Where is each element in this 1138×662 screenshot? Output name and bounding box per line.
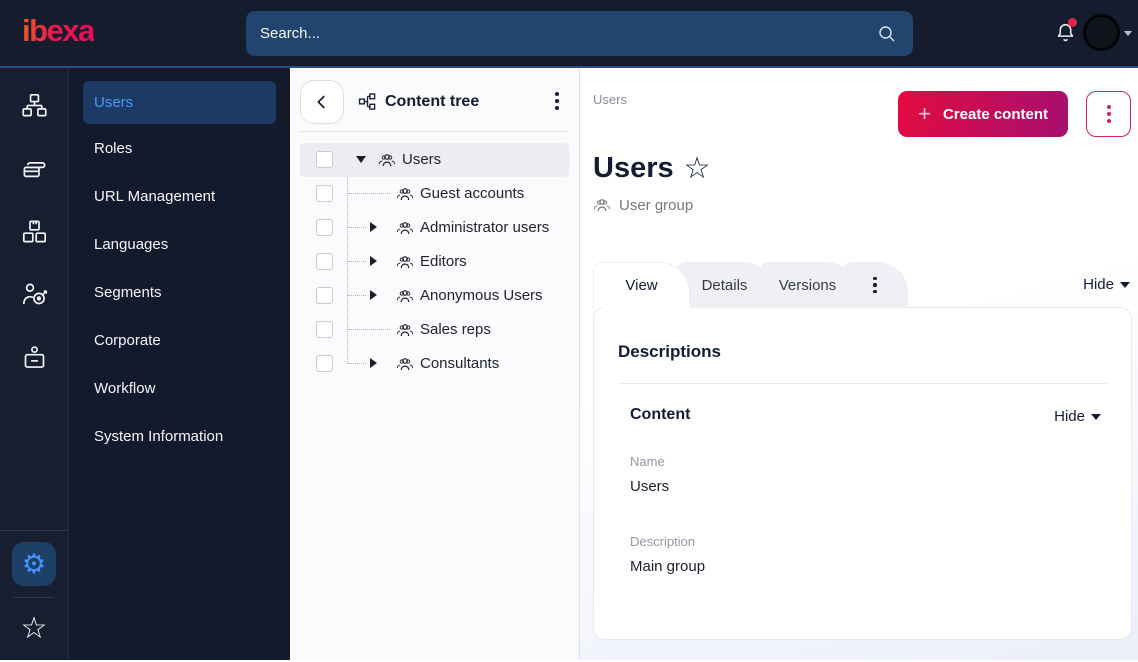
- caret-right-icon[interactable]: [370, 256, 377, 266]
- personalization-icon[interactable]: [0, 263, 69, 326]
- user-avatar[interactable]: [1083, 14, 1120, 51]
- tree-row-editors[interactable]: Editors: [300, 245, 569, 279]
- field-label-name: Name: [630, 454, 665, 469]
- caret-right-icon[interactable]: [370, 290, 377, 300]
- checkbox[interactable]: [316, 321, 333, 338]
- hide-section-toggle[interactable]: Hide: [1054, 408, 1101, 425]
- sidebar-item-roles[interactable]: Roles: [69, 124, 290, 172]
- tree-row-guest-accounts[interactable]: Guest accounts: [300, 177, 569, 211]
- user-group-icon: [396, 185, 414, 203]
- caret-right-icon[interactable]: [370, 358, 377, 368]
- content-tree-title: Content tree: [358, 92, 479, 111]
- rail-divider-short: [14, 597, 54, 598]
- user-group-icon: [378, 151, 396, 169]
- tree-row-consultants[interactable]: Consultants: [300, 347, 569, 381]
- sidebar-item-languages[interactable]: Languages: [69, 220, 290, 268]
- bookmarks-star-icon[interactable]: ☆: [21, 614, 48, 644]
- kebab-icon: [873, 276, 877, 294]
- card-heading: Descriptions: [618, 342, 721, 361]
- global-search[interactable]: [246, 11, 913, 56]
- field-value-name: Users: [630, 478, 670, 495]
- pages-icon[interactable]: [0, 137, 69, 200]
- checkbox[interactable]: [316, 219, 333, 236]
- collapse-tree-button[interactable]: [300, 80, 344, 124]
- content-tree-icon: [358, 93, 376, 110]
- descriptions-card: Descriptions Content Hide Name Users Des…: [593, 307, 1132, 640]
- checkbox[interactable]: [316, 287, 333, 304]
- caret-down-icon: [1120, 281, 1130, 288]
- user-group-icon: [396, 287, 414, 305]
- page-title: Users: [593, 152, 674, 184]
- notification-dot: [1068, 18, 1077, 27]
- tab-view[interactable]: View: [593, 262, 690, 308]
- tree-row-users[interactable]: Users: [300, 143, 569, 177]
- modules-icon[interactable]: [0, 200, 69, 263]
- tree-options-kebab-icon[interactable]: [555, 92, 559, 110]
- main-content: Users + Create content Users ☆ User grou…: [580, 68, 1138, 660]
- sidebar-item-url-management[interactable]: URL Management: [69, 172, 290, 220]
- page-options-kebab-button[interactable]: [1086, 91, 1131, 137]
- checkbox[interactable]: [316, 151, 333, 168]
- favorite-star-icon[interactable]: ☆: [684, 153, 711, 184]
- content-tree-list: Users Guest accounts Administrator users…: [300, 143, 569, 381]
- user-menu-caret-icon[interactable]: [1124, 31, 1132, 36]
- sidebar-item-segments[interactable]: Segments: [69, 268, 290, 316]
- icon-rail: ⚙ ☆: [0, 68, 69, 660]
- sidebar-item-corporate[interactable]: Corporate: [69, 316, 290, 364]
- checkbox[interactable]: [316, 355, 333, 372]
- hide-tabs-toggle[interactable]: Hide: [1083, 276, 1130, 293]
- tree-row-sales-reps[interactable]: Sales reps: [300, 313, 569, 347]
- user-group-icon: [396, 355, 414, 373]
- content-tree-panel: Content tree Users Guest accounts Admini…: [290, 68, 580, 660]
- settings-gear-icon[interactable]: ⚙: [12, 542, 56, 586]
- sidebar-item-system-information[interactable]: System Information: [69, 412, 290, 460]
- content-section-title: Content: [630, 406, 691, 423]
- tree-row-administrator-users[interactable]: Administrator users: [300, 211, 569, 245]
- create-content-button[interactable]: + Create content: [898, 91, 1068, 137]
- caret-down-icon: [1091, 413, 1101, 420]
- caret-right-icon[interactable]: [370, 222, 377, 232]
- field-label-description: Description: [630, 534, 696, 549]
- breadcrumb[interactable]: Users: [593, 92, 627, 107]
- rail-divider: [0, 530, 68, 531]
- tree-row-anonymous-users[interactable]: Anonymous Users: [300, 279, 569, 313]
- search-icon[interactable]: [877, 24, 897, 44]
- ibexa-logo[interactable]: ibexa: [22, 13, 95, 49]
- tab-details[interactable]: Details: [676, 262, 773, 308]
- search-input[interactable]: [246, 25, 877, 42]
- admin-badge-icon[interactable]: [0, 326, 69, 389]
- sidebar-item-users[interactable]: Users: [83, 81, 276, 124]
- content-type-subtitle: User group: [593, 196, 693, 214]
- checkbox[interactable]: [316, 185, 333, 202]
- caret-down-icon[interactable]: [356, 156, 366, 163]
- tree-divider: [300, 131, 569, 132]
- sidebar-item-workflow[interactable]: Workflow: [69, 364, 290, 412]
- field-value-description: Main group: [630, 558, 706, 575]
- top-bar: ibexa: [0, 0, 1138, 68]
- user-group-icon: [396, 253, 414, 271]
- checkbox[interactable]: [316, 253, 333, 270]
- user-group-icon: [396, 219, 414, 237]
- card-divider: [618, 383, 1107, 384]
- tab-versions[interactable]: Versions: [759, 262, 856, 308]
- plus-icon: +: [918, 101, 931, 126]
- user-group-icon: [593, 199, 611, 212]
- user-group-icon: [396, 321, 414, 339]
- sitemap-icon[interactable]: [0, 74, 69, 137]
- sidebar-menu: Users Roles URL Management Languages Seg…: [69, 68, 290, 660]
- content-tabs: View Details Versions: [593, 262, 908, 310]
